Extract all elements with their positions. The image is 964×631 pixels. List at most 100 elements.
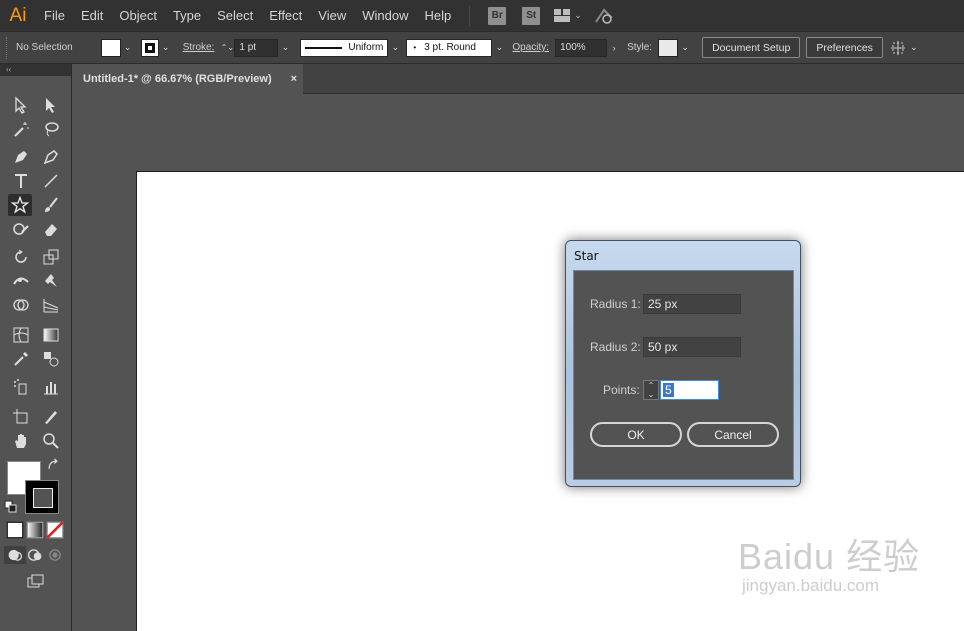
style-swatch[interactable] <box>658 38 679 57</box>
radius2-input[interactable]: 50 px <box>643 337 741 357</box>
pen-tool-icon[interactable] <box>9 146 33 168</box>
eraser-tool-icon[interactable] <box>39 218 63 240</box>
stroke-weight-dropdown-icon[interactable]: ⌄ <box>278 39 292 57</box>
swap-fill-stroke-icon[interactable] <box>46 458 60 472</box>
gpu-performance-icon[interactable] <box>594 7 614 24</box>
stroke-profile-select[interactable]: Uniform <box>300 38 389 57</box>
star-dialog: Star Radius 1: 25 px Radius 2: 50 px Poi… <box>565 240 801 487</box>
radius1-input[interactable]: 25 px <box>643 294 741 314</box>
shaper-tool-icon[interactable] <box>9 218 33 240</box>
ok-button[interactable]: OK <box>590 422 682 447</box>
panel-grip[interactable] <box>6 36 10 59</box>
style-dropdown-icon[interactable]: ⌄ <box>678 39 692 57</box>
stroke-dropdown-icon[interactable]: ⌄ <box>159 39 173 57</box>
lasso-tool-icon[interactable] <box>39 118 63 140</box>
baidu-watermark: Baidu 经验 jingyan.baidu.com <box>738 528 920 596</box>
watermark-logo: Baidu 经验 <box>738 536 921 577</box>
color-mode-icon[interactable] <box>4 520 26 540</box>
arrange-documents-icon[interactable]: ⌄ <box>554 9 582 22</box>
gradient-mode-icon[interactable] <box>24 520 46 540</box>
line-segment-tool-icon[interactable] <box>39 170 63 192</box>
stroke-weight-field[interactable]: 1 pt <box>234 38 279 57</box>
points-value: 5 <box>663 383 674 397</box>
points-label: Points: <box>603 383 640 397</box>
selection-tool-icon[interactable] <box>9 94 33 116</box>
opacity-field[interactable]: 100% <box>555 38 608 57</box>
align-options-icon[interactable] <box>889 39 907 57</box>
tools-collapse-button[interactable]: ‹‹ <box>0 64 71 76</box>
magic-wand-tool-icon[interactable] <box>9 118 33 140</box>
artboard-tool-icon[interactable] <box>9 406 33 428</box>
default-fill-stroke-icon[interactable] <box>4 500 18 514</box>
scale-tool-icon[interactable] <box>39 246 63 268</box>
opacity-arrow-icon[interactable]: › <box>607 39 621 57</box>
screen-mode-icon[interactable] <box>23 570 47 592</box>
width-tool-icon[interactable] <box>9 270 33 292</box>
stroke-profile-dropdown-icon[interactable]: ⌄ <box>388 39 402 57</box>
opacity-label[interactable]: Opacity: <box>512 42 549 53</box>
document-tab-bar: Untitled-1* @ 66.67% (RGB/Preview) × <box>73 64 964 94</box>
menu-effect[interactable]: Effect <box>261 0 310 31</box>
gradient-tool-icon[interactable] <box>39 324 63 346</box>
symbol-sprayer-tool-icon[interactable] <box>9 376 33 398</box>
document-tab[interactable]: Untitled-1* @ 66.67% (RGB/Preview) × <box>73 64 303 94</box>
type-tool-icon[interactable] <box>9 170 33 192</box>
star-tool-icon[interactable] <box>8 194 32 216</box>
app-logo: Ai <box>9 4 27 26</box>
draw-normal-icon[interactable] <box>4 546 26 564</box>
points-input[interactable]: 5 <box>660 380 719 400</box>
stroke-weight-stepper[interactable]: ⌃⌄ <box>220 39 234 57</box>
menu-help[interactable]: Help <box>416 0 459 31</box>
close-tab-icon[interactable]: × <box>291 73 297 85</box>
puppet-warp-tool-icon[interactable] <box>39 270 63 292</box>
selection-status: No Selection <box>16 42 73 53</box>
dialog-body: Radius 1: 25 px Radius 2: 50 px Points: … <box>573 270 794 480</box>
bridge-button[interactable]: Br <box>488 6 507 25</box>
stroke-color-swatch[interactable] <box>25 480 59 514</box>
radius1-label: Radius 1: <box>590 297 641 311</box>
menu-type[interactable]: Type <box>165 0 209 31</box>
document-setup-button[interactable]: Document Setup <box>702 37 801 58</box>
zoom-tool-icon[interactable] <box>39 430 63 452</box>
fill-dropdown-icon[interactable]: ⌄ <box>121 39 135 57</box>
radius2-label: Radius 2: <box>590 340 641 354</box>
document-tab-title: Untitled-1* @ 66.67% (RGB/Preview) <box>83 73 272 85</box>
dialog-title: Star <box>574 249 599 263</box>
control-bar-menu-icon[interactable]: ⌄ <box>907 39 921 57</box>
menu-window[interactable]: Window <box>354 0 416 31</box>
stroke-swatch[interactable] <box>140 38 159 57</box>
paintbrush-tool-icon[interactable] <box>39 194 63 216</box>
stroke-label[interactable]: Stroke: <box>183 42 215 53</box>
perspective-grid-tool-icon[interactable] <box>39 294 63 316</box>
stock-button[interactable]: St <box>522 6 541 25</box>
cancel-button[interactable]: Cancel <box>687 422 779 447</box>
points-stepper[interactable]: ⌃ ⌄ <box>643 380 659 400</box>
stroke-profile-label: Uniform <box>348 42 384 53</box>
brush-select[interactable]: • 3 pt. Round <box>406 38 493 57</box>
fill-swatch[interactable] <box>100 38 121 57</box>
brush-dropdown-icon[interactable]: ⌄ <box>492 39 506 57</box>
rotate-tool-icon[interactable] <box>9 246 33 268</box>
menu-select[interactable]: Select <box>209 0 261 31</box>
menu-object[interactable]: Object <box>111 0 165 31</box>
shape-builder-tool-icon[interactable] <box>9 294 33 316</box>
menu-file[interactable]: File <box>36 0 73 31</box>
brush-label: 3 pt. Round <box>424 42 476 53</box>
style-label: Style: <box>627 42 653 53</box>
direct-selection-tool-icon[interactable] <box>39 94 63 116</box>
preferences-button[interactable]: Preferences <box>806 37 883 58</box>
mesh-tool-icon[interactable] <box>9 324 33 346</box>
slice-tool-icon[interactable] <box>39 406 63 428</box>
menu-view[interactable]: View <box>310 0 354 31</box>
hand-tool-icon[interactable] <box>9 430 33 452</box>
menu-edit[interactable]: Edit <box>73 0 111 31</box>
none-mode-icon[interactable] <box>44 520 66 540</box>
blend-tool-icon[interactable] <box>39 348 63 370</box>
eyedropper-tool-icon[interactable] <box>9 348 33 370</box>
curvature-tool-icon[interactable] <box>39 146 63 168</box>
draw-behind-icon[interactable] <box>24 546 46 564</box>
menu-separator <box>469 5 471 26</box>
draw-inside-icon[interactable] <box>44 546 66 564</box>
control-bar: No Selection ⌄ ⌄ Stroke: ⌃⌄ 1 pt ⌄ Unifo… <box>0 31 964 64</box>
column-graph-tool-icon[interactable] <box>39 376 63 398</box>
